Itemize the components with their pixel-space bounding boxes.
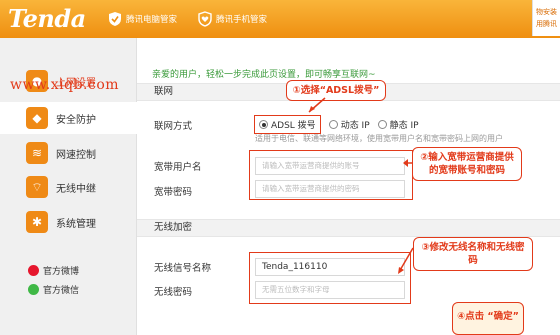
arrow-icon (403, 159, 413, 167)
callout-step2: ②输入宽带运营商提供 的宽带账号和密码 (412, 147, 522, 181)
callout-step3: ③修改无线名称和无线密码 (413, 237, 533, 271)
heart-shield-icon (198, 11, 212, 27)
sidebar-item-label: 系统管理 (56, 218, 96, 230)
conn-type-label: 联网方式 (154, 121, 193, 132)
radio-static-label: 静态 IP (389, 121, 419, 131)
site-watermark: www.xiqb.com (10, 77, 120, 93)
pppoe-user-label: 宽带用户名 (154, 162, 202, 173)
radio-static[interactable]: 静态 IP (377, 118, 419, 131)
section-wifi: 无线加密 (137, 219, 560, 237)
radio-adsl[interactable]: ADSL 拨号 (254, 115, 321, 134)
radio-circle (377, 120, 387, 129)
conn-type-hint: 适用于电信、联通等网络环境，使用宽带用户名和宽带密码上网的用户 (255, 134, 503, 143)
install-line2: 用腾讯 (536, 20, 557, 28)
partner-pc-label: 腾讯电脑管家 (126, 15, 178, 25)
ssid-label: 无线信号名称 (154, 263, 212, 274)
shield-icon: ◆ (26, 107, 48, 129)
conn-type-radio-group: ADSL 拨号 动态 IP 静态 IP (254, 115, 419, 134)
wifi-pass-input[interactable]: 无需五位数字和字母 (255, 281, 405, 299)
radio-adsl-label: ADSL 拨号 (271, 121, 316, 131)
wifi-icon: ⌔ (26, 176, 48, 198)
speed-icon: ≋ (26, 142, 48, 164)
wechat-icon (28, 284, 39, 295)
install-line1: 物安装 (536, 8, 557, 16)
wifi-pass-label: 无线密码 (154, 287, 193, 298)
pppoe-pass-input[interactable]: 请输入宽带运营商提供的密码 (255, 180, 405, 198)
sidebar-item-label: 安全防护 (56, 114, 96, 126)
confirm-button[interactable]: ④点击 “确定” (452, 302, 524, 335)
ssid-input[interactable]: Tenda_116110 (255, 258, 405, 276)
gear-icon: ✱ (26, 211, 48, 233)
sidebar-item-label: 无线中继 (56, 183, 96, 195)
callout-step1: ①选择“ADSL拨号” (286, 80, 386, 101)
radio-circle-checked (259, 120, 268, 129)
radio-circle (328, 120, 338, 129)
sidebar-item-label: 网速控制 (56, 149, 96, 161)
weibo-icon (28, 265, 39, 276)
wechat-label: 官方微信 (43, 286, 80, 296)
radio-dhcp[interactable]: 动态 IP (328, 118, 370, 131)
top-header: Tenda 腾讯电脑管家 腾讯手机管家 物安装 用腾讯 (0, 0, 560, 38)
arrow-icon (308, 97, 326, 113)
sidebar-item-system[interactable]: ✱ 系统管理 (0, 206, 137, 238)
tenda-logo: Tenda (8, 4, 86, 33)
install-link[interactable]: 物安装 用腾讯 (532, 0, 560, 36)
radio-dhcp-label: 动态 IP (340, 121, 370, 131)
shield-icon (109, 12, 121, 26)
sidebar-item-security[interactable]: ◆ 安全防护 (0, 102, 137, 134)
official-wechat-link[interactable]: 官方微信 (28, 283, 79, 296)
weibo-label: 官方微博 (43, 267, 80, 277)
sidebar-item-speed[interactable]: ≋ 网速控制 (0, 137, 137, 169)
partner-mobile-label: 腾讯手机管家 (216, 15, 268, 25)
official-weibo-link[interactable]: 官方微博 (28, 264, 79, 277)
partner-mobile-manager[interactable]: 腾讯手机管家 (198, 9, 267, 29)
partner-pc-manager[interactable]: 腾讯电脑管家 (108, 9, 177, 29)
pppoe-pass-label: 宽带密码 (154, 187, 193, 198)
sidebar-item-repeater[interactable]: ⌔ 无线中继 (0, 171, 137, 203)
callout-step2-line2: 的宽带账号和密码 (428, 165, 505, 176)
welcome-tip: 亲爱的用户，轻松一步完成此页设置，即可畅享互联网~ (152, 70, 376, 80)
arrow-icon (398, 247, 414, 274)
callout-step2-line1: ②输入宽带运营商提供 (420, 152, 514, 163)
pppoe-user-input[interactable]: 请输入宽带运营商提供的账号 (255, 157, 405, 175)
